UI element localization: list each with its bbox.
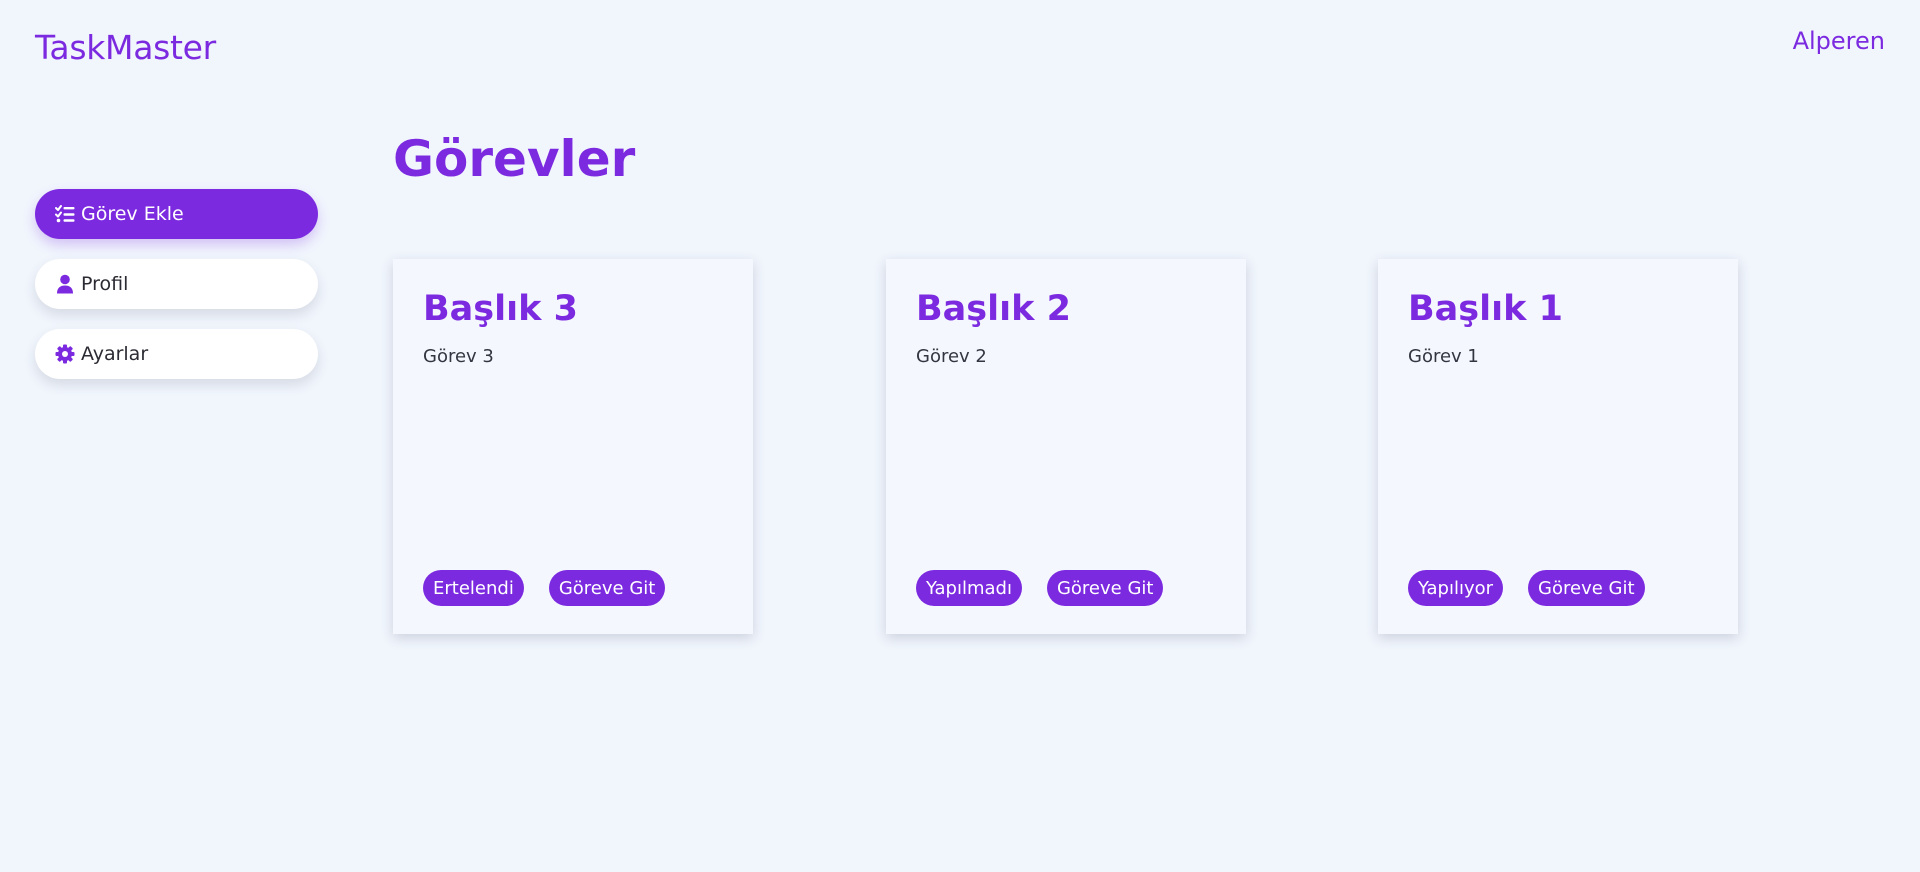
sidebar-item-settings[interactable]: Ayarlar bbox=[35, 329, 318, 379]
task-card-actions: Ertelendi Göreve Git bbox=[423, 570, 690, 606]
sidebar-item-label: Ayarlar bbox=[81, 343, 149, 365]
task-card-title: Başlık 3 bbox=[423, 289, 578, 329]
sidebar-item-add-task[interactable]: Görev Ekle bbox=[35, 189, 318, 239]
task-card-actions: Yapılmadı Göreve Git bbox=[916, 570, 1188, 606]
user-icon bbox=[55, 274, 75, 294]
brand-logo[interactable]: TaskMaster bbox=[35, 28, 216, 67]
gear-icon bbox=[55, 344, 75, 364]
sidebar-item-profile[interactable]: Profil bbox=[35, 259, 318, 309]
task-card: Başlık 3 Görev 3 Ertelendi Göreve Git bbox=[393, 259, 753, 634]
top-bar: TaskMaster Alperen bbox=[0, 0, 1920, 100]
user-name-link[interactable]: Alperen bbox=[1793, 27, 1885, 55]
task-card-title: Başlık 1 bbox=[1408, 289, 1563, 329]
status-badge[interactable]: Yapılıyor bbox=[1408, 570, 1504, 606]
sidebar-item-label: Görev Ekle bbox=[81, 203, 184, 225]
page-title: Görevler bbox=[393, 130, 636, 188]
task-card-description: Görev 1 bbox=[1408, 346, 1479, 367]
task-card-actions: Yapılıyor Göreve Git bbox=[1408, 570, 1670, 606]
list-check-icon bbox=[55, 204, 75, 224]
status-badge[interactable]: Yapılmadı bbox=[916, 570, 1022, 606]
task-card: Başlık 1 Görev 1 Yapılıyor Göreve Git bbox=[1378, 259, 1738, 634]
task-card: Başlık 2 Görev 2 Yapılmadı Göreve Git bbox=[886, 259, 1246, 634]
go-to-task-button[interactable]: Göreve Git bbox=[1528, 570, 1645, 606]
task-card-description: Görev 3 bbox=[423, 346, 494, 367]
go-to-task-button[interactable]: Göreve Git bbox=[548, 570, 666, 606]
go-to-task-button[interactable]: Göreve Git bbox=[1046, 570, 1164, 606]
task-card-title: Başlık 2 bbox=[916, 289, 1071, 329]
task-card-description: Görev 2 bbox=[916, 346, 987, 367]
sidebar: Görev Ekle Profil Ayarlar bbox=[35, 189, 318, 399]
status-badge[interactable]: Ertelendi bbox=[423, 570, 524, 606]
sidebar-item-label: Profil bbox=[81, 273, 129, 295]
